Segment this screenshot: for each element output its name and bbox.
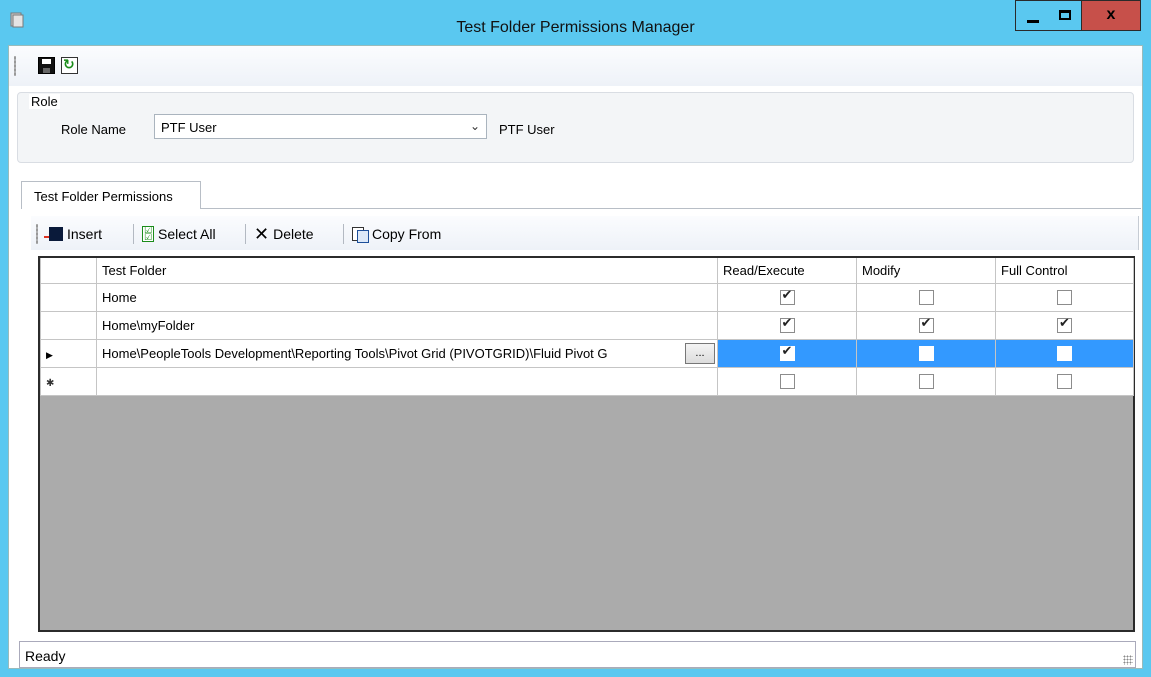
insert-label: Insert: [67, 226, 103, 242]
window-title: Test Folder Permissions Manager: [456, 19, 695, 36]
role-description: PTF User: [499, 122, 555, 137]
select-all-label: Select All: [158, 226, 216, 242]
delete-label: Delete: [273, 226, 314, 242]
row-header[interactable]: ▶: [40, 338, 97, 368]
minimize-button[interactable]: [1015, 0, 1049, 31]
folder-cell[interactable]: Home\PeopleTools Development\Reporting T…: [96, 338, 718, 368]
read-execute-checkbox[interactable]: [779, 316, 795, 334]
modify-checkbox[interactable]: [918, 316, 934, 334]
read-execute-checkbox[interactable]: [779, 344, 795, 362]
role-group-label: Role: [29, 94, 60, 109]
status-bar: Ready: [19, 641, 1136, 668]
save-icon[interactable]: [38, 57, 55, 74]
copy-from-button[interactable]: Copy From: [352, 224, 441, 244]
close-icon: x: [1106, 6, 1116, 23]
modify-cell[interactable]: [856, 366, 996, 396]
new-row-icon: ✱: [46, 377, 55, 389]
modify-cell[interactable]: [856, 310, 996, 340]
modify-cell[interactable]: [856, 338, 996, 368]
full-control-checkbox[interactable]: [1057, 290, 1072, 306]
table-row-selected: ▶ Home\PeopleTools Development\Reporting…: [40, 338, 1134, 368]
role-name-value: PTF User: [161, 120, 217, 135]
resize-grip-icon[interactable]: [1123, 655, 1133, 665]
column-header-full-control[interactable]: Full Control: [995, 258, 1134, 284]
folder-cell[interactable]: Home: [96, 282, 718, 312]
toolbar-separator: [245, 224, 246, 244]
modify-checkbox[interactable]: [918, 346, 934, 362]
modify-checkbox[interactable]: [918, 374, 934, 390]
app-window: Test Folder Permissions Manager x ↻ Role…: [0, 0, 1151, 677]
maximize-button[interactable]: [1048, 0, 1082, 31]
tab-label: Test Folder Permissions: [34, 189, 173, 204]
toolbar-grip[interactable]: [14, 56, 16, 76]
modify-checkbox[interactable]: [918, 290, 934, 306]
read-execute-cell[interactable]: [717, 366, 857, 396]
modify-cell[interactable]: [856, 282, 996, 312]
title-bar[interactable]: Test Folder Permissions Manager x: [0, 0, 1151, 45]
copy-from-label: Copy From: [372, 226, 442, 242]
full-control-cell[interactable]: [995, 310, 1134, 340]
folder-cell[interactable]: Home\myFolder: [96, 310, 718, 340]
full-control-checkbox[interactable]: [1057, 316, 1072, 334]
toolbar-separator: [133, 224, 134, 244]
read-execute-cell[interactable]: [717, 338, 857, 368]
column-header-modify[interactable]: Modify: [856, 258, 996, 284]
full-control-checkbox[interactable]: [1057, 374, 1072, 390]
copy-icon: [352, 227, 369, 243]
delete-button[interactable]: ✕ Delete: [254, 224, 314, 244]
folder-cell[interactable]: [96, 366, 718, 396]
full-control-checkbox[interactable]: [1057, 346, 1072, 362]
full-control-cell[interactable]: [995, 366, 1134, 396]
full-control-cell[interactable]: [995, 338, 1134, 368]
read-execute-checkbox[interactable]: [779, 374, 795, 390]
folder-value: Home\PeopleTools Development\Reporting T…: [102, 345, 608, 361]
client-area: ↻ Role Role Name PTF User ⌄ PTF User Tes…: [8, 45, 1143, 669]
column-header-read-execute[interactable]: Read/Execute: [717, 258, 857, 284]
grid-toolbar-grip[interactable]: [36, 224, 38, 244]
role-name-select[interactable]: PTF User ⌄: [154, 114, 487, 139]
select-all-button[interactable]: ☑ ☑ Select All: [142, 224, 216, 244]
minimize-icon: [1027, 20, 1039, 23]
row-header[interactable]: [40, 310, 97, 340]
close-button[interactable]: x: [1082, 0, 1141, 31]
browse-folder-button[interactable]: ...: [685, 342, 715, 364]
grid-header-row: Test Folder Read/Execute Modify Full Con…: [40, 258, 1134, 284]
row-header[interactable]: [40, 282, 97, 312]
permissions-grid: Test Folder Read/Execute Modify Full Con…: [38, 256, 1135, 632]
table-row: Home\myFolder: [40, 310, 1134, 340]
role-name-label: Role Name: [61, 122, 127, 137]
read-execute-cell[interactable]: [717, 282, 857, 312]
toolbar-separator: [343, 224, 344, 244]
chevron-down-icon[interactable]: ⌄: [470, 119, 480, 133]
column-header-test-folder[interactable]: Test Folder: [96, 258, 718, 284]
row-header-corner[interactable]: [40, 258, 97, 284]
read-execute-cell[interactable]: [717, 310, 857, 340]
insert-icon: [44, 227, 63, 241]
status-text: Ready: [25, 648, 66, 664]
full-control-cell[interactable]: [995, 282, 1134, 312]
read-execute-checkbox[interactable]: [779, 288, 795, 306]
current-row-icon: ▶: [46, 349, 53, 360]
insert-button[interactable]: Insert: [44, 224, 103, 244]
tab-test-folder-permissions[interactable]: Test Folder Permissions: [21, 181, 201, 209]
select-all-icon: ☑ ☑: [142, 225, 154, 242]
table-row: Home: [40, 282, 1134, 312]
maximize-icon: [1059, 10, 1071, 20]
delete-icon: ✕: [254, 224, 270, 244]
new-row: ✱: [40, 366, 1134, 396]
main-toolbar: ↻: [9, 46, 1142, 86]
row-header[interactable]: ✱: [40, 366, 97, 396]
refresh-icon[interactable]: ↻: [61, 56, 78, 74]
